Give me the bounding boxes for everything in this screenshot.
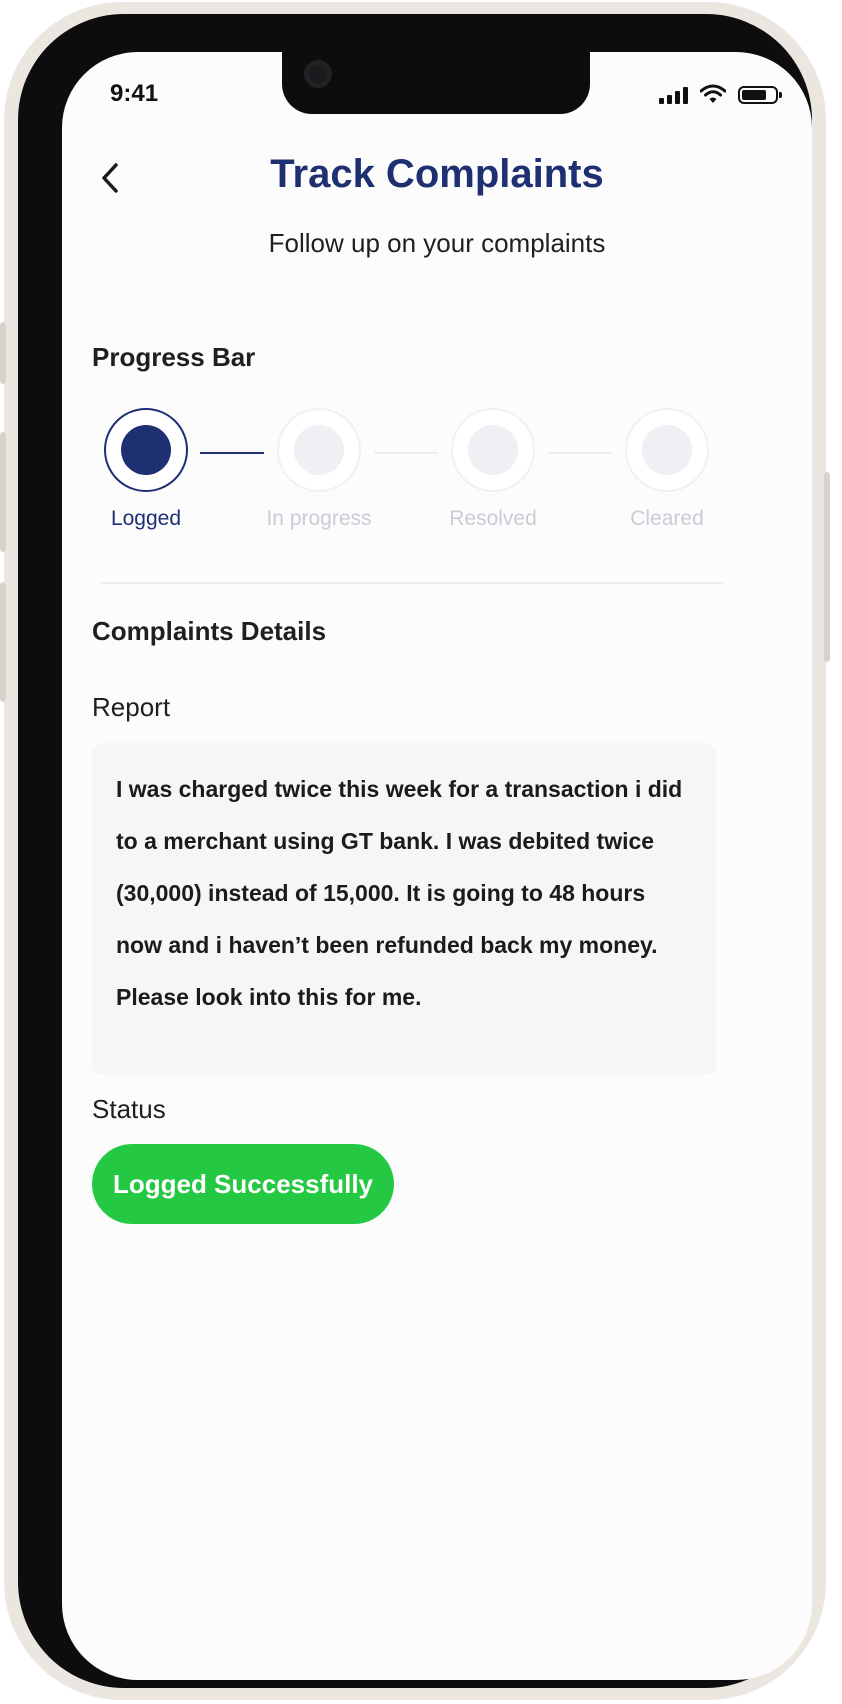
report-line: Please look into this for me. (116, 984, 422, 1010)
power-button (824, 472, 830, 662)
page-subtitle: Follow up on your complaints (268, 228, 606, 258)
step-connector (200, 452, 264, 454)
battery-icon (738, 86, 782, 104)
status-icons (659, 82, 782, 104)
wifi-icon (700, 84, 726, 103)
step-label-cleared: Cleared (630, 507, 704, 530)
status-badge[interactable]: Logged Successfully (92, 1144, 394, 1224)
step-cleared-indicator (625, 408, 709, 492)
step-resolved-indicator (451, 408, 535, 492)
step-label-resolved: Resolved (449, 507, 537, 530)
step-connector (548, 452, 612, 454)
report-line: to a merchant using GT bank. I was debit… (116, 828, 655, 854)
notch (282, 52, 590, 114)
step-label-logged: Logged (110, 507, 182, 530)
report-line: I was charged twice this week for a tran… (116, 776, 683, 802)
camera-icon (304, 60, 332, 88)
volume-up-button (0, 432, 6, 552)
step-logged-indicator (104, 408, 188, 492)
report-line: now and i haven’t been refunded back my … (116, 932, 658, 958)
step-label-in-progress: In progress (266, 507, 372, 530)
section-divider (100, 582, 724, 584)
volume-down-button (0, 582, 6, 702)
page-title: Track Complaints (270, 152, 604, 196)
report-box: I was charged twice this week for a tran… (92, 743, 716, 1075)
report-line: (30,000) instead of 15,000. It is going … (116, 880, 646, 906)
phone-frame: 9:41 Track Complaints Follow up on your (0, 2, 830, 1700)
app-screen: 9:41 Track Complaints Follow up on your (62, 52, 812, 1680)
details-heading: Complaints Details (92, 616, 327, 646)
progress-heading: Progress Bar (92, 342, 256, 372)
step-connector (374, 452, 438, 454)
status-time: 9:41 (110, 80, 159, 107)
report-label: Report (92, 692, 171, 722)
status-label: Status (92, 1094, 166, 1124)
phone-bezel: 9:41 Track Complaints Follow up on your (18, 14, 812, 1688)
silent-switch (0, 322, 6, 384)
step-in-progress-indicator (277, 408, 361, 492)
signal-icon (659, 86, 688, 104)
